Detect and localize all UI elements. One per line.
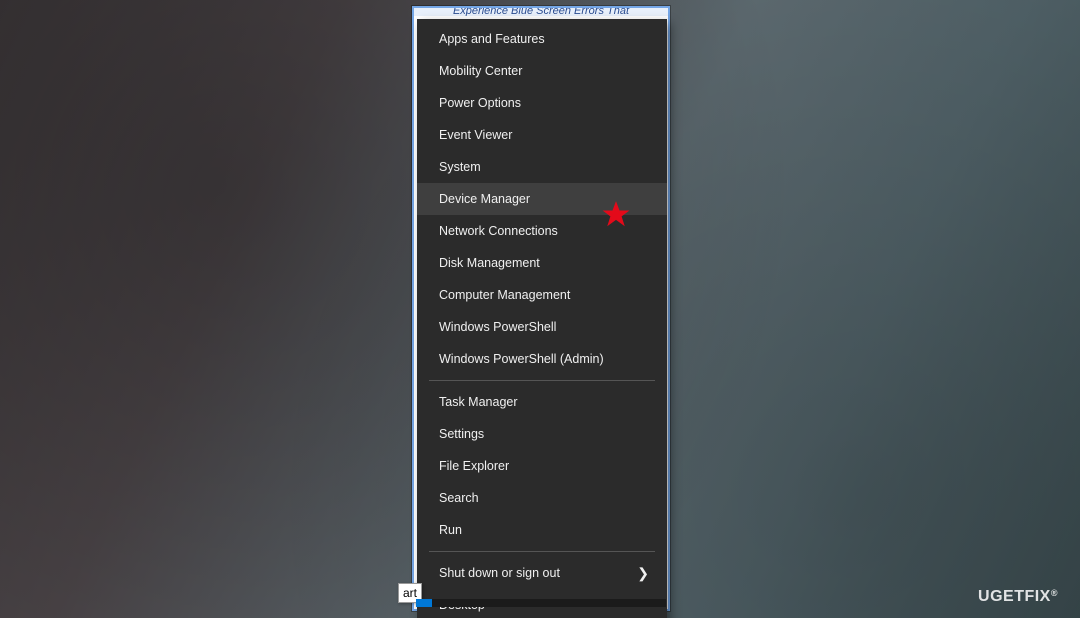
menu-item-settings[interactable]: Settings	[417, 418, 667, 450]
menu-item-device-manager[interactable]: Device Manager	[417, 183, 667, 215]
menu-item-computer-management[interactable]: Computer Management	[417, 279, 667, 311]
menu-label: Windows PowerShell (Admin)	[439, 352, 604, 366]
cropped-page-text: Experience Blue Screen Errors That	[414, 8, 668, 16]
menu-separator	[429, 551, 655, 552]
menu-label: Run	[439, 523, 462, 537]
menu-item-windows-powershell-admin[interactable]: Windows PowerShell (Admin)	[417, 343, 667, 375]
menu-item-search[interactable]: Search	[417, 482, 667, 514]
menu-label: Apps and Features	[439, 32, 545, 46]
menu-label: Disk Management	[439, 256, 540, 270]
menu-label: Power Options	[439, 96, 521, 110]
menu-label: Task Manager	[439, 395, 518, 409]
chevron-right-icon: ❯	[637, 566, 649, 580]
menu-item-mobility-center[interactable]: Mobility Center	[417, 55, 667, 87]
menu-label: Search	[439, 491, 479, 505]
watermark-text: UGETFIX	[978, 588, 1051, 605]
menu-label: Event Viewer	[439, 128, 512, 142]
menu-item-windows-powershell[interactable]: Windows PowerShell	[417, 311, 667, 343]
watermark: UGETFIX®	[978, 588, 1058, 606]
menu-label: File Explorer	[439, 459, 509, 473]
registered-icon: ®	[1051, 588, 1058, 598]
menu-item-task-manager[interactable]: Task Manager	[417, 386, 667, 418]
menu-label: System	[439, 160, 481, 174]
menu-label: Shut down or sign out	[439, 566, 560, 580]
winx-context-menu: Apps and Features Mobility Center Power …	[417, 19, 667, 618]
menu-item-shut-down-or-sign-out[interactable]: Shut down or sign out ❯	[417, 557, 667, 589]
menu-item-event-viewer[interactable]: Event Viewer	[417, 119, 667, 151]
menu-item-disk-management[interactable]: Disk Management	[417, 247, 667, 279]
menu-item-power-options[interactable]: Power Options	[417, 87, 667, 119]
menu-item-apps-and-features[interactable]: Apps and Features	[417, 23, 667, 55]
menu-label: Network Connections	[439, 224, 558, 238]
menu-item-network-connections[interactable]: Network Connections	[417, 215, 667, 247]
taskbar-strip	[416, 599, 666, 607]
menu-item-run[interactable]: Run	[417, 514, 667, 546]
captured-window: Experience Blue Screen Errors That Apps …	[412, 6, 670, 611]
menu-label: Windows PowerShell	[439, 320, 556, 334]
menu-item-file-explorer[interactable]: File Explorer	[417, 450, 667, 482]
menu-label: Settings	[439, 427, 484, 441]
menu-label: Mobility Center	[439, 64, 522, 78]
menu-label: Device Manager	[439, 192, 530, 206]
menu-label: Computer Management	[439, 288, 570, 302]
menu-item-system[interactable]: System	[417, 151, 667, 183]
menu-separator	[429, 380, 655, 381]
